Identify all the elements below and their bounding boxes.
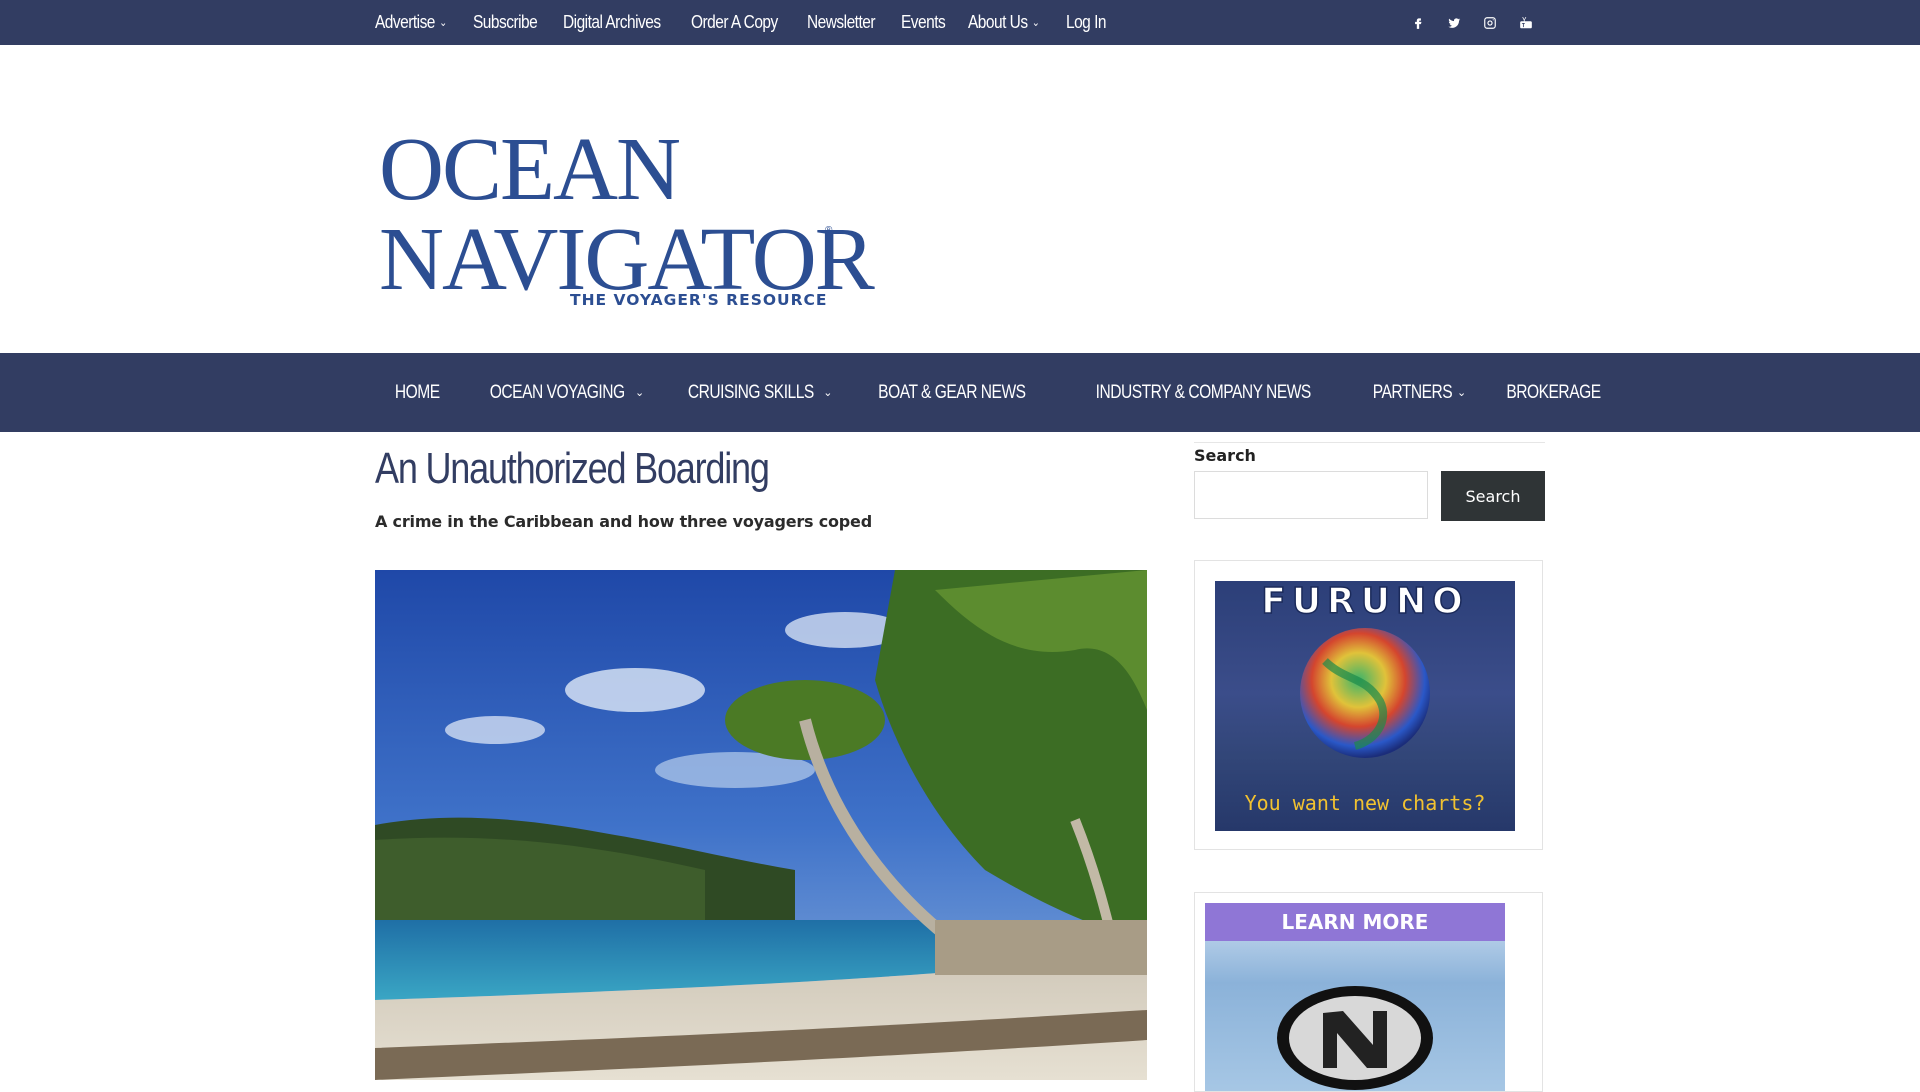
site-header: OCEAN NAVIGATOR ® THE VOYAGER'S RESOURCE bbox=[0, 45, 1920, 353]
top-utility-bar: Advertise ⌄ Subscribe Digital Archives O… bbox=[0, 0, 1920, 45]
top-link-about-us[interactable]: About Us ⌄ bbox=[967, 12, 1040, 33]
nav-item-boat-gear-news[interactable]: BOAT & GEAR NEWS bbox=[847, 382, 1057, 404]
top-link-order-a-copy[interactable]: Order A Copy bbox=[691, 12, 778, 33]
instagram-icon[interactable] bbox=[1483, 16, 1497, 30]
search-button[interactable]: Search bbox=[1441, 471, 1545, 521]
article-hero-image bbox=[375, 570, 1147, 1080]
top-link-advertise[interactable]: Advertise ⌄ bbox=[375, 12, 447, 33]
main-navigation: HOME OCEAN VOYAGING ⌄ CRUISING SKILLS ⌄ … bbox=[0, 353, 1920, 432]
site-logo[interactable]: OCEAN NAVIGATOR ® THE VOYAGER'S RESOURCE bbox=[375, 120, 875, 315]
top-link-label: Events bbox=[901, 12, 946, 32]
nav-item-cruising-skills[interactable]: CRUISING SKILLS ⌄ bbox=[659, 382, 847, 404]
top-link-newsletter[interactable]: Newsletter bbox=[807, 12, 875, 33]
nav-item-partners[interactable]: PARTNERS ⌄ bbox=[1349, 382, 1481, 404]
chevron-down-icon: ⌄ bbox=[823, 387, 832, 399]
logo-line-1: OCEAN bbox=[379, 120, 681, 219]
nav-item-label: HOME bbox=[394, 381, 440, 403]
top-link-log-in[interactable]: Log In bbox=[1066, 12, 1106, 33]
nav-item-label: OCEAN VOYAGING bbox=[489, 381, 625, 403]
nav-item-label: BROKERAGE bbox=[1505, 381, 1601, 403]
sidebar: Search Search FURUNO You want new charts… bbox=[1194, 432, 1545, 1092]
top-link-label: Log In bbox=[1065, 12, 1106, 32]
top-link-label: Newsletter bbox=[807, 12, 876, 32]
youtube-icon[interactable] bbox=[1519, 16, 1533, 30]
registered-mark-icon: ® bbox=[825, 225, 833, 236]
chevron-down-icon: ⌄ bbox=[1031, 17, 1040, 29]
top-links: Advertise ⌄ Subscribe Digital Archives O… bbox=[375, 12, 1127, 33]
page-content: An Unauthorized Boarding A crime in the … bbox=[0, 432, 1920, 1092]
article: An Unauthorized Boarding A crime in the … bbox=[375, 432, 1147, 1080]
nav-item-label: INDUSTRY & COMPANY NEWS bbox=[1095, 381, 1311, 403]
chevron-down-icon: ⌄ bbox=[1456, 387, 1466, 399]
article-title: An Unauthorized Boarding bbox=[375, 444, 770, 493]
chevron-down-icon: ⌄ bbox=[635, 387, 644, 399]
nav-item-brokerage[interactable]: BROKERAGE bbox=[1481, 382, 1626, 404]
learn-more-ad[interactable]: LEARN MORE bbox=[1194, 892, 1543, 1092]
furuno-tagline: You want new charts? bbox=[1244, 791, 1486, 815]
search-input[interactable] bbox=[1194, 471, 1428, 519]
nav-item-ocean-voyaging[interactable]: OCEAN VOYAGING ⌄ bbox=[460, 382, 659, 404]
top-link-digital-archives[interactable]: Digital Archives bbox=[563, 12, 661, 33]
top-link-subscribe[interactable]: Subscribe bbox=[473, 12, 538, 33]
nav-item-label: BOAT & GEAR NEWS bbox=[878, 381, 1026, 403]
top-link-label: Digital Archives bbox=[562, 12, 661, 32]
article-subtitle: A crime in the Caribbean and how three v… bbox=[375, 512, 872, 531]
search-label: Search bbox=[1194, 446, 1256, 465]
top-link-label: Subscribe bbox=[473, 12, 538, 32]
social-links bbox=[1411, 16, 1533, 30]
chevron-down-icon: ⌄ bbox=[439, 17, 447, 29]
nav-item-label: PARTNERS bbox=[1372, 381, 1453, 403]
furuno-ad-image[interactable]: FURUNO You want new charts? bbox=[1215, 581, 1515, 831]
top-link-label: About Us bbox=[967, 12, 1028, 32]
top-link-label: Order A Copy bbox=[691, 12, 779, 32]
top-link-events[interactable]: Events bbox=[901, 12, 946, 33]
nav-item-label: CRUISING SKILLS bbox=[687, 381, 814, 403]
twitter-icon[interactable] bbox=[1447, 16, 1461, 30]
search-widget: Search Search bbox=[1194, 442, 1545, 521]
top-link-label: Advertise bbox=[375, 12, 435, 32]
facebook-icon[interactable] bbox=[1411, 16, 1425, 30]
nav-item-industry-company-news[interactable]: INDUSTRY & COMPANY NEWS bbox=[1057, 382, 1349, 404]
logo-tagline: THE VOYAGER'S RESOURCE bbox=[570, 291, 828, 309]
furuno-ad[interactable]: FURUNO You want new charts? bbox=[1194, 560, 1543, 850]
brand-logo-icon bbox=[1277, 986, 1433, 1090]
learn-more-ad-image[interactable]: LEARN MORE bbox=[1205, 903, 1505, 1091]
nav-item-home[interactable]: HOME bbox=[375, 382, 460, 404]
